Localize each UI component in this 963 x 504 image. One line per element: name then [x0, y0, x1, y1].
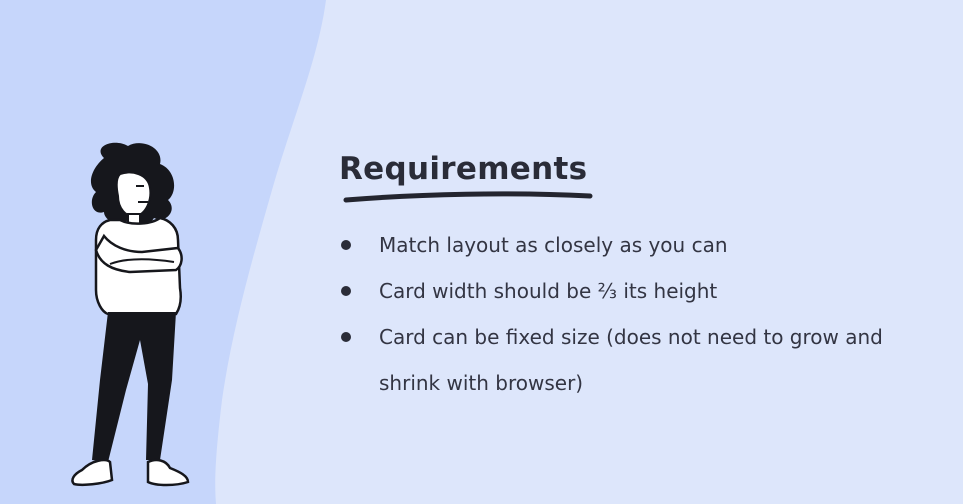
list-item: Card can be fixed size (does not need to…	[341, 314, 901, 406]
woman-arms-crossed-illustration	[71, 142, 190, 487]
list-item: Card width should be ⅔ its height	[341, 268, 901, 314]
bullet-dot	[341, 286, 351, 296]
bullet-dot	[341, 332, 351, 342]
slide-title: Requirements	[339, 151, 588, 187]
bullet-text: Card width should be ⅔ its height	[379, 279, 718, 303]
title-underline	[343, 191, 593, 203]
bullet-text: Card can be fixed size (does not need to…	[379, 325, 883, 395]
requirements-list: Match layout as closely as you can Card …	[341, 222, 901, 406]
list-item: Match layout as closely as you can	[341, 222, 901, 268]
bullet-dot	[341, 240, 351, 250]
bullet-text: Match layout as closely as you can	[379, 233, 728, 257]
